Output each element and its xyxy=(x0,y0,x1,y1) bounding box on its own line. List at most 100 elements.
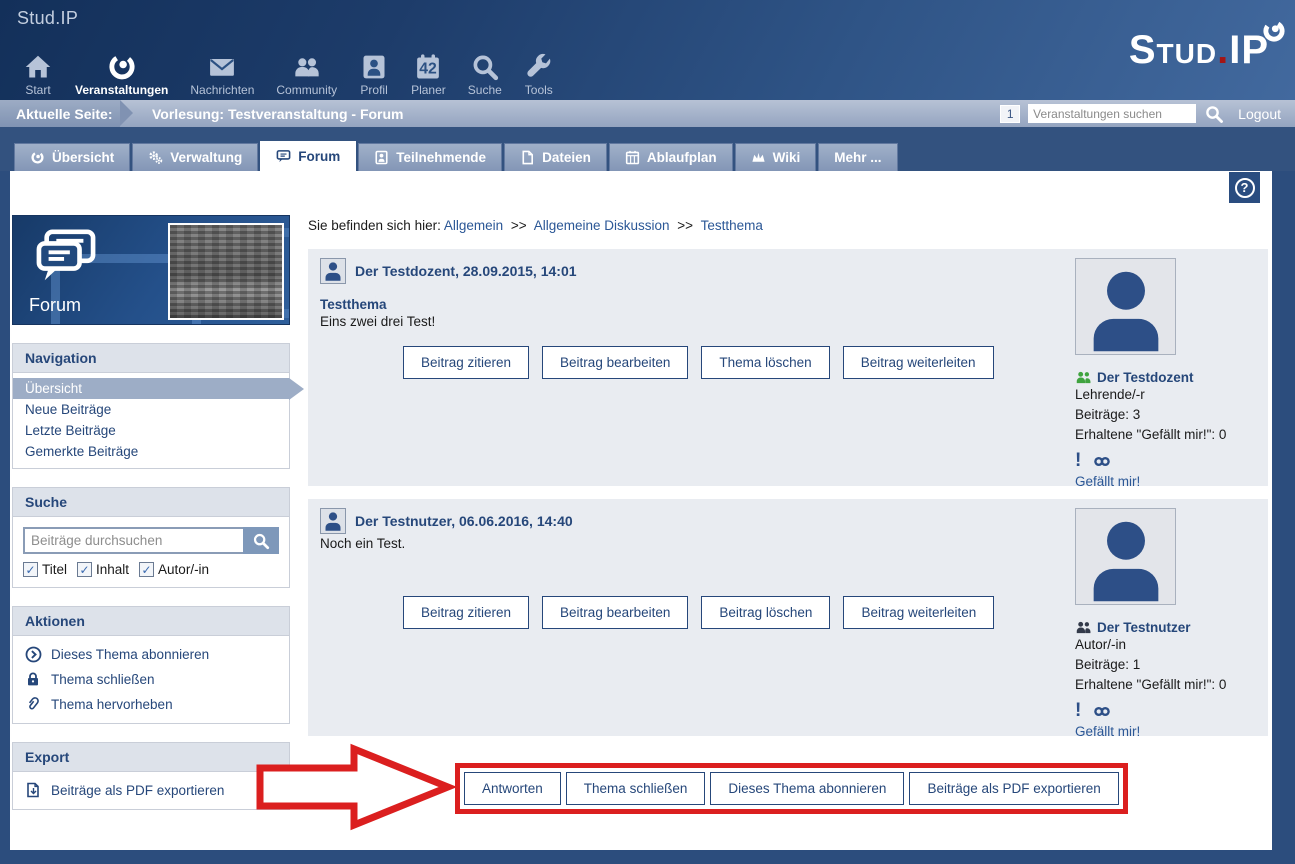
tab-wiki[interactable]: Wiki xyxy=(735,143,817,171)
help-button[interactable]: ? xyxy=(1229,172,1260,203)
actions-box: Aktionen Dieses Thema abonnieren Thema s… xyxy=(12,606,290,724)
author-likes-received: Erhaltene "Gefällt mir!": 0 xyxy=(1075,425,1261,445)
author-panel: Der Testnutzer Autor/-in Beiträge: 1 Erh… xyxy=(1075,508,1261,741)
nav-item-tools[interactable]: Tools xyxy=(513,51,565,97)
location-link-testthema[interactable]: Testthema xyxy=(701,218,763,233)
forum-breadcrumb: Sie befinden sich hier: Allgemein >> All… xyxy=(308,218,1268,233)
author-post-count: Beiträge: 3 xyxy=(1075,405,1261,425)
nav-label: Community xyxy=(276,83,337,97)
sidebar-item-uebersicht[interactable]: Übersicht xyxy=(13,378,289,399)
author-likes-received: Erhaltene "Gefällt mir!": 0 xyxy=(1075,675,1261,695)
permalink-chain-icon[interactable] xyxy=(1093,455,1111,468)
calendar-day-number: 42 xyxy=(420,60,438,77)
tab-mehr[interactable]: Mehr ... xyxy=(818,143,897,171)
filter-titel[interactable]: ✓ Titel xyxy=(23,562,67,577)
nav-item-nachrichten[interactable]: Nachrichten xyxy=(179,51,265,97)
location-link-allgemein[interactable]: Allgemein xyxy=(444,218,503,233)
delete-topic-button[interactable]: Thema löschen xyxy=(701,346,829,379)
sidebar-item-gemerkte-beitraege[interactable]: Gemerkte Beiträge xyxy=(13,441,289,462)
post-button-row: Beitrag zitieren Beitrag bearbeiten Beit… xyxy=(403,596,994,629)
author-avatar-icon[interactable] xyxy=(320,508,346,534)
edit-post-button[interactable]: Beitrag bearbeiten xyxy=(542,346,688,379)
subscribe-topic-button[interactable]: Dieses Thema abonnieren xyxy=(710,772,904,805)
nav-item-planer[interactable]: 42 Planer xyxy=(400,51,457,97)
permalink-chain-icon[interactable] xyxy=(1093,705,1111,718)
author-profile-link[interactable]: Der Testnutzer xyxy=(1097,620,1191,635)
nav-item-start[interactable]: Start xyxy=(12,51,64,97)
forum-post: Der Testnutzer, 06.06.2016, 14:40 Noch e… xyxy=(308,499,1268,736)
checkbox-checked-icon[interactable]: ✓ xyxy=(77,562,92,577)
nav-label: Profil xyxy=(360,83,387,97)
author-profile-link[interactable]: Der Testdozent xyxy=(1097,370,1194,385)
tab-label: Übersicht xyxy=(52,150,114,165)
edit-post-button[interactable]: Beitrag bearbeiten xyxy=(542,596,688,629)
bottom-action-row: Antworten Thema schließen Dieses Thema a… xyxy=(308,749,1268,849)
post-author-date[interactable]: Der Testnutzer, 06.06.2016, 14:40 xyxy=(355,513,573,529)
filter-autor[interactable]: ✓ Autor/-in xyxy=(139,562,209,577)
nav-item-profil[interactable]: Profil xyxy=(348,51,400,97)
logout-link[interactable]: Logout xyxy=(1238,106,1281,122)
checkbox-checked-icon[interactable]: ✓ xyxy=(139,562,154,577)
export-box-title: Export xyxy=(13,743,289,772)
action-highlight-topic[interactable]: Thema hervorheben xyxy=(13,692,289,717)
delete-post-button[interactable]: Beitrag löschen xyxy=(701,596,830,629)
report-exclamation-icon[interactable]: ! xyxy=(1075,452,1081,470)
action-close-topic[interactable]: Thema schließen xyxy=(13,667,289,692)
nav-label: Veranstaltungen xyxy=(75,83,168,97)
tab-verwaltung[interactable]: Verwaltung xyxy=(132,143,258,171)
tab-strip: Übersicht Verwaltung Forum Teilnehmende xyxy=(0,127,1295,171)
location-separator: >> xyxy=(677,218,693,233)
studip-logo: Stud.IP xyxy=(1129,30,1269,70)
tab-uebersicht[interactable]: Übersicht xyxy=(14,143,130,171)
forward-post-button[interactable]: Beitrag weiterleiten xyxy=(843,596,994,629)
export-pdf-button[interactable]: Beiträge als PDF exportieren xyxy=(909,772,1118,805)
subscribe-circle-icon xyxy=(25,646,42,663)
actions-list: Dieses Thema abonnieren Thema schließen … xyxy=(13,636,289,723)
tab-forum[interactable]: Forum xyxy=(260,141,356,171)
reply-button[interactable]: Antworten xyxy=(464,772,561,805)
lock-icon xyxy=(25,671,42,688)
quote-post-button[interactable]: Beitrag zitieren xyxy=(403,346,529,379)
post-body: Noch ein Test. xyxy=(320,536,1068,551)
quote-post-button[interactable]: Beitrag zitieren xyxy=(403,596,529,629)
highlighted-button-group: Antworten Thema schließen Dieses Thema a… xyxy=(455,763,1128,814)
sidebar-item-letzte-beitraege[interactable]: Letzte Beiträge xyxy=(13,420,289,441)
post-search-input[interactable] xyxy=(23,527,243,554)
action-subscribe-topic[interactable]: Dieses Thema abonnieren xyxy=(13,642,289,667)
forward-post-button[interactable]: Beitrag weiterleiten xyxy=(843,346,994,379)
action-export-pdf[interactable]: Beiträge als PDF exportieren xyxy=(13,778,289,803)
nav-item-veranstaltungen[interactable]: Veranstaltungen xyxy=(64,51,179,97)
tab-teilnehmende[interactable]: Teilnehmende xyxy=(358,143,502,171)
tab-dateien[interactable]: Dateien xyxy=(504,143,607,171)
search-box: Suche ✓ Titel ✓ Inhalt xyxy=(12,487,290,588)
wiki-icon xyxy=(751,150,766,165)
sidebar-title: Forum xyxy=(29,295,81,316)
actions-box-title: Aktionen xyxy=(13,607,289,636)
post-action-icons: ! xyxy=(1075,702,1261,720)
filter-inhalt[interactable]: ✓ Inhalt xyxy=(77,562,129,577)
tab-label: Dateien xyxy=(542,150,591,165)
report-exclamation-icon[interactable]: ! xyxy=(1075,702,1081,720)
author-avatar-image[interactable] xyxy=(1075,258,1176,355)
close-topic-button[interactable]: Thema schließen xyxy=(566,772,706,805)
calendar-42-icon: 42 xyxy=(413,51,443,81)
course-search-icon[interactable] xyxy=(1204,104,1224,124)
author-role: Autor/-in xyxy=(1075,635,1261,655)
like-link[interactable]: Gefällt mir! xyxy=(1075,724,1140,739)
nav-item-suche[interactable]: Suche xyxy=(457,51,513,97)
post-author-date[interactable]: Der Testdozent, 28.09.2015, 14:01 xyxy=(355,263,577,279)
post-title: Testthema xyxy=(320,297,1068,312)
post-search-button[interactable] xyxy=(243,527,279,554)
course-search-input[interactable] xyxy=(1028,104,1196,123)
author-avatar-image[interactable] xyxy=(1075,508,1176,605)
sidebar-item-neue-beitraege[interactable]: Neue Beiträge xyxy=(13,399,289,420)
author-avatar-icon[interactable] xyxy=(320,258,346,284)
checkbox-checked-icon[interactable]: ✓ xyxy=(23,562,38,577)
location-link-diskussion[interactable]: Allgemeine Diskussion xyxy=(534,218,670,233)
like-link[interactable]: Gefällt mir! xyxy=(1075,474,1140,489)
forum-post: Der Testdozent, 28.09.2015, 14:01 Testth… xyxy=(308,249,1268,486)
shortcut-badge[interactable]: 1 xyxy=(1000,105,1020,123)
course-photo xyxy=(168,223,284,320)
tab-ablaufplan[interactable]: Ablaufplan xyxy=(609,143,733,171)
nav-item-community[interactable]: Community xyxy=(265,51,348,97)
